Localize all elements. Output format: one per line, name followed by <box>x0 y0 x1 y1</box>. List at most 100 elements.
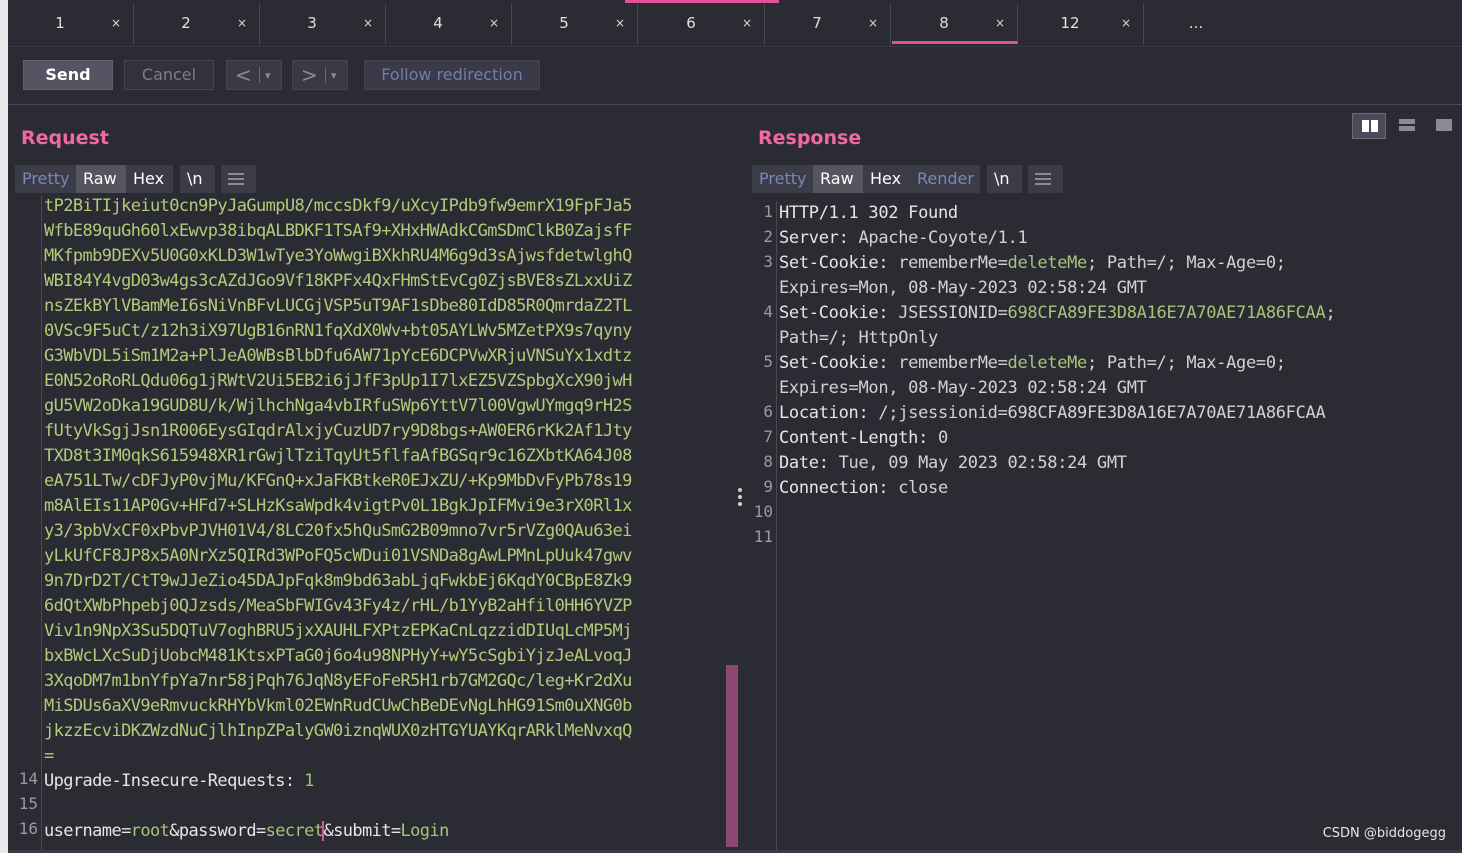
body-line: m8AlEIs11AP0Gv+HFd7+SLHzKsaWpdk4vigtPv0L… <box>44 496 632 516</box>
line-number: 4 <box>763 302 773 321</box>
tab-close-icon[interactable]: × <box>868 16 878 30</box>
request-scrollbar[interactable] <box>726 665 738 847</box>
chevron-down-icon[interactable]: ▾ <box>331 62 337 90</box>
line-number: 5 <box>763 352 773 371</box>
menu-button[interactable] <box>221 165 256 193</box>
body-line: = <box>44 746 54 766</box>
body-line: 9n7DrD2T/CtT9wJJeZio45DAJpFqk8m9bd63abLj… <box>44 571 632 591</box>
layout-side-by-side-button[interactable] <box>1352 113 1386 139</box>
menu-button[interactable] <box>1028 165 1063 193</box>
body-line: Viv1n9NpX3Su5DQTuV7oghBRU5jxXAUHLFXPtzEP… <box>44 621 632 641</box>
tab-raw[interactable]: Raw <box>813 165 863 193</box>
tab-close-icon[interactable]: × <box>1121 16 1131 30</box>
cookie-attrs: ; Path=/; Max-Age=0; <box>1087 253 1286 273</box>
line-number: 15 <box>18 794 38 813</box>
header-value: rememberMe=deleteMe; Path=/; Max-Age=0; <box>888 253 1286 273</box>
tab-1[interactable]: 1 × <box>8 4 134 44</box>
divider <box>325 67 326 83</box>
line-number: 3 <box>763 252 773 271</box>
watermark: CSDN @biddogegg <box>1322 826 1446 841</box>
cookie-value: 698CFA89FE3D8A16E7A70AE71A86FCAA <box>1007 303 1326 323</box>
body-line: jkzzEcviDKZWzdNuCjlhInpZPalyGW0iznqWUX0z… <box>44 721 632 741</box>
request-editor[interactable]: 14 15 16 tP2BiTIjkeiut0cn9PyJaGumpU8/mcc… <box>8 196 740 853</box>
tab-close-icon[interactable]: × <box>995 16 1005 30</box>
header-value: 1 <box>294 771 314 791</box>
param-key: &submit= <box>323 821 401 841</box>
header-value: Expires=Mon, 08-May-2023 02:58:24 GMT <box>779 278 1147 298</box>
tab-hex[interactable]: Hex <box>126 165 173 193</box>
tab-4[interactable]: 4 × <box>386 4 512 44</box>
response-line: Server: Apache-Coyote/1.1 <box>779 226 1028 251</box>
tab-close-icon[interactable]: × <box>489 16 499 30</box>
body-line: nsZEkBYlVBamMeI6sNiVnBFvLUCGjVSP5uT9AF1s… <box>44 296 632 316</box>
pane-splitter-handle[interactable] <box>738 488 744 508</box>
newline-toggle[interactable]: \n <box>987 165 1022 193</box>
tab-close-icon[interactable]: × <box>615 16 625 30</box>
body-line: fUtyVkSgjJsn1R006EysGIqdrAlxjyCuzUD7ry9D… <box>44 421 632 441</box>
response-line: Date: Tue, 09 May 2023 02:58:24 GMT <box>779 451 1127 476</box>
header-key: Content-Length: <box>779 428 929 448</box>
tab-label: 7 <box>812 14 822 32</box>
layout-toggle-group <box>1352 113 1462 139</box>
tab-label: 8 <box>939 14 949 32</box>
response-line: HTTP/1.1 302 Found <box>779 201 958 226</box>
tab-hex[interactable]: Hex <box>863 165 910 193</box>
tab-label: 3 <box>307 14 317 32</box>
body-line: eA751LTw/cDFJyP0vjMu/KFGnQ+xJaFKBtkeR0EJ… <box>44 471 632 491</box>
tab-12[interactable]: 12 × <box>1018 4 1144 44</box>
body-line: tP2BiTIjkeiut0cn9PyJaGumpU8/mccsDkf9/uXc… <box>44 196 632 216</box>
tab-more[interactable]: ... <box>1144 4 1270 44</box>
response-line: Set-Cookie: rememberMe=deleteMe; Path=/;… <box>779 351 1286 376</box>
forward-button[interactable]: > ▾ <box>292 60 348 90</box>
response-line: Set-Cookie: rememberMe=deleteMe; Path=/;… <box>779 251 1286 276</box>
window-left-edge <box>0 0 8 853</box>
response-line-wrap: Expires=Mon, 08-May-2023 02:58:24 GMT <box>779 376 1147 401</box>
newline-toggle[interactable]: \n <box>180 165 215 193</box>
body-line: G3WbVDL5iSm1M2a+PlJeA0WBsBlbDfu6AW71pYcE… <box>44 346 632 366</box>
send-button[interactable]: Send <box>23 60 113 90</box>
tab-close-icon[interactable]: × <box>237 16 247 30</box>
layout-tabs-button[interactable] <box>1427 113 1461 139</box>
body-line: MKfpmb9DEXv5U0G0xKLD3W1wTye3YoWwgiBXkhRU… <box>44 246 632 266</box>
body-line: MiSDUs6aXV9eRmvuckRHYbVkml02EWnRudCUwChB… <box>44 696 632 716</box>
follow-redirection-button[interactable]: Follow redirection <box>364 60 540 90</box>
line-number: 11 <box>753 527 773 546</box>
tab-render[interactable]: Render <box>910 165 980 193</box>
tab-5[interactable]: 5 × <box>512 4 638 44</box>
tab-6[interactable]: 6 × <box>625 0 779 44</box>
tab-raw[interactable]: Raw <box>76 165 126 193</box>
body-line: WBI84Y4vgD03w4gs3cAZdJGo9Vf18KPFx4QxFHmS… <box>44 271 632 291</box>
header-value: Apache-Coyote/1.1 <box>848 228 1028 248</box>
tab-close-icon[interactable]: × <box>111 16 121 30</box>
body-line: 6dQtXWbPhpebj0QJzsds/MeaSbFWIGv43Fy4z/rH… <box>44 596 632 616</box>
body-line: 0VSc9F5uCt/z12h3iX97UgB16nRN1fqXdX0Wv+bt… <box>44 321 632 341</box>
tab-pretty[interactable]: Pretty <box>15 165 76 193</box>
tab-3[interactable]: 3 × <box>260 4 386 44</box>
header-value: /;jsessionid=698CFA89FE3D8A16E7A70AE71A8… <box>868 403 1326 423</box>
tab-2[interactable]: 2 × <box>134 4 260 44</box>
chevron-down-icon[interactable]: ▾ <box>265 62 271 90</box>
divider <box>259 67 260 83</box>
cancel-button[interactable]: Cancel <box>124 60 214 90</box>
tab-close-icon[interactable]: × <box>363 16 373 30</box>
tab-label: ... <box>1188 14 1204 32</box>
response-editor[interactable]: 1 2 3 4 5 6 7 8 9 10 11 HTTP/1.1 302 Fou… <box>750 201 1462 853</box>
line-number: 14 <box>18 769 38 788</box>
body-line: yLkUfCF8JP8x5A0NrXz5QIRd3WPoFQ5cWDui01VS… <box>44 546 632 566</box>
tab-8[interactable]: 8 × <box>892 4 1018 44</box>
header-value: rememberMe=deleteMe; Path=/; Max-Age=0; <box>888 353 1286 373</box>
line-number-gutter: 1 2 3 4 5 6 7 8 9 10 11 <box>750 201 777 853</box>
param-value: root <box>130 821 170 841</box>
status-line: HTTP/1.1 302 Found <box>779 203 958 223</box>
tab-pretty[interactable]: Pretty <box>752 165 813 193</box>
tab-close-icon[interactable]: × <box>742 16 752 30</box>
form-body-line: username=root&password=secret&submit=Log… <box>44 819 449 844</box>
columns-icon <box>1362 120 1378 132</box>
header-key: Server: <box>779 228 849 248</box>
layout-stacked-button[interactable] <box>1390 113 1424 139</box>
response-line-wrap: Path=/; HttpOnly <box>779 326 938 351</box>
tab-7[interactable]: 7 × <box>765 4 891 44</box>
back-button[interactable]: < ▾ <box>226 60 282 90</box>
response-line: Set-Cookie: JSESSIONID=698CFA89FE3D8A16E… <box>779 301 1336 326</box>
header-value: 0 <box>928 428 948 448</box>
